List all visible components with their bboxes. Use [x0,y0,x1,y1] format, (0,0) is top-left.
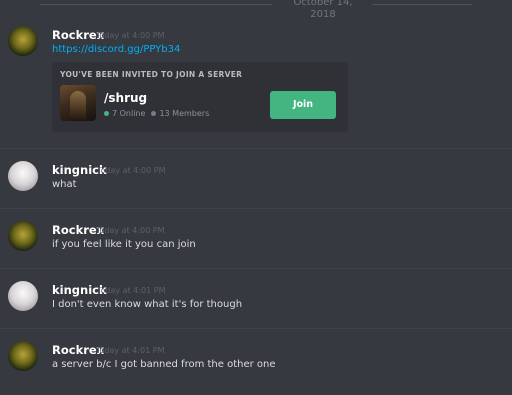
avatar[interactable] [8,221,38,251]
online-dot-icon [104,111,109,116]
message-separator [0,268,512,269]
message-2: kingnick Today at 4:00 PM what [0,161,512,215]
divider-line-right [372,4,472,5]
timestamp: Today at 4:01 PM [97,286,166,295]
message-separator [0,328,512,329]
avatar[interactable] [8,161,38,191]
message-text: what [52,179,77,190]
invite-link[interactable]: https://discord.gg/PPYb34 [52,44,180,55]
server-icon[interactable] [60,85,96,121]
timestamp: Today at 4:00 PM [96,31,165,40]
invite-header: YOU'VE BEEN INVITED TO JOIN A SERVER [60,70,243,79]
server-invite-card: YOU'VE BEEN INVITED TO JOIN A SERVER /sh… [52,62,348,132]
member-count: 13 Members [159,109,210,118]
message-5: Rockrex Today at 4:01 PM a server b/c I … [0,341,512,395]
avatar[interactable] [8,341,38,371]
message-text: if you feel like it you can join [52,239,196,250]
message-separator [0,148,512,149]
message-separator [0,208,512,209]
message-3: Rockrex Today at 4:00 PM if you feel lik… [0,221,512,275]
divider-line-left [40,4,272,5]
message-text: a server b/c I got banned from the other… [52,359,276,370]
server-name: /shrug [104,91,148,105]
join-button[interactable]: Join [270,91,336,119]
members-dot-icon [151,111,157,116]
timestamp: Today at 4:00 PM [96,226,165,235]
timestamp: Today at 4:00 PM [97,166,166,175]
avatar[interactable] [8,26,38,56]
divider-date: October 14, 2018 [293,0,353,20]
message-4: kingnick Today at 4:01 PM I don't even k… [0,281,512,335]
online-count: 7 Online [112,109,146,118]
server-stats: 7 Online 13 Members [104,109,209,118]
message-text: I don't even know what it's for though [52,299,243,310]
avatar[interactable] [8,281,38,311]
date-divider: October 14, 2018 [0,0,512,20]
timestamp: Today at 4:01 PM [96,346,165,355]
